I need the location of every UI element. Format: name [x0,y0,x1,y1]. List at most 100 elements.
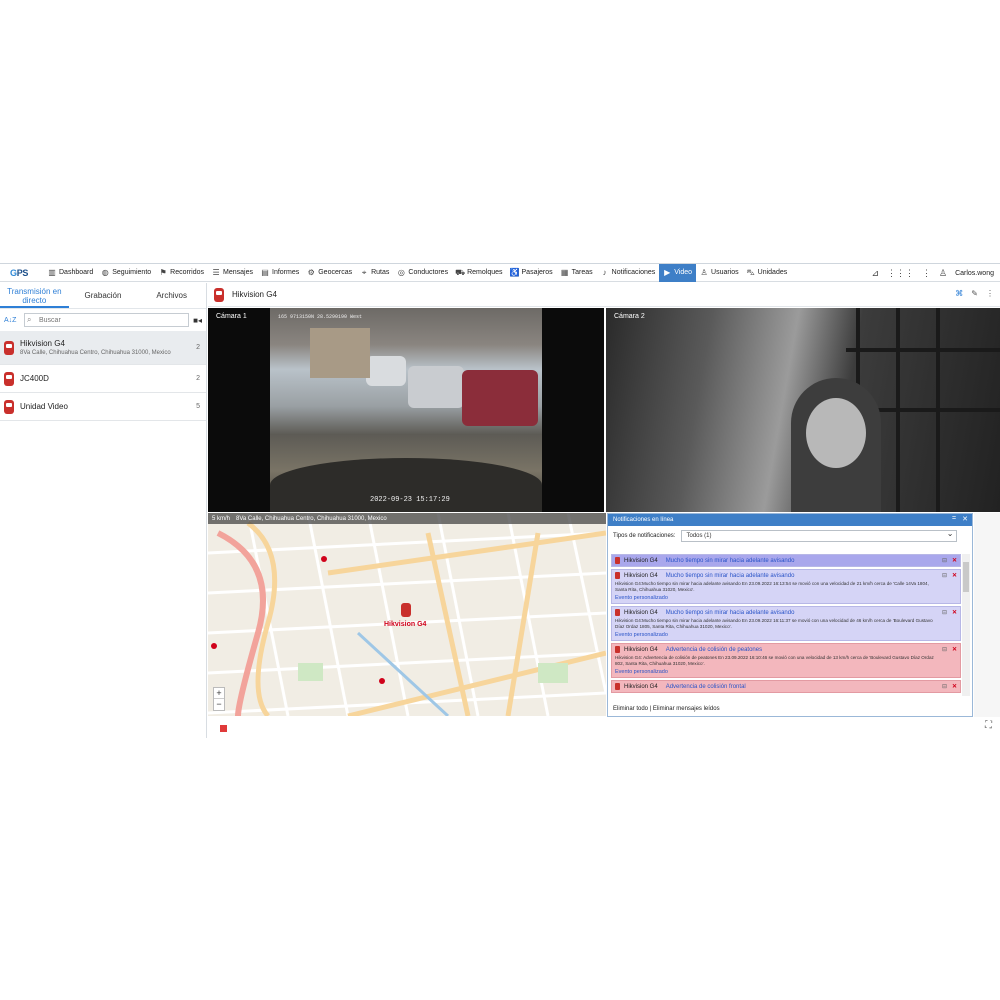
more-vertical-icon[interactable]: ⋮ [986,289,994,298]
unit-car-icon [615,646,620,653]
nav-label: Mensajes [223,269,253,276]
vehicle-marker-icon[interactable] [401,603,411,617]
unit-car-icon [615,557,620,564]
nav-item-video[interactable]: ▶ Video [659,263,697,282]
sort-az-icon[interactable]: A↓Z [4,317,20,324]
notification-item[interactable]: Hikvision G4 Mucho tiempo sin mirar hacia… [611,606,961,641]
notification-unit: Hikvision G4 [624,646,658,653]
nav-item-seguimiento[interactable]: ◍ Seguimiento [97,264,155,282]
notification-title: Mucho tiempo sin mirar hacia adelante av… [665,557,795,564]
ruler-icon[interactable]: ⊿ [871,268,879,279]
left-tabs: Transmisión en directo Grabación Archivo… [0,283,206,309]
conductores-icon: ◎ [397,268,405,277]
video-boxes [310,328,370,378]
map-view[interactable]: 5 km/h 8Va Calle, Chihuahua Centro, Chih… [208,513,606,716]
unit-car-icon [4,399,14,414]
nav-item-informes[interactable]: ▤ Informes [257,264,303,282]
tab-recording[interactable]: Grabación [69,283,138,308]
user-name[interactable]: Carlos.wong [955,270,994,277]
nav-item-remolques[interactable]: ⛟ Remolques [452,264,506,282]
wrench-icon[interactable]: ✎ [971,289,978,298]
notification-event: Evento personalizado [615,595,668,601]
mark-read-icon[interactable]: ⊟ [942,683,947,690]
nav-item-dashboard[interactable]: ▥ Dashboard [44,264,97,282]
nav-item-recorridos[interactable]: ⚑ Recorridos [155,264,208,282]
bottom-bar: ⛶ [208,717,1000,738]
notification-title: Mucho tiempo sin mirar hacia adelante av… [665,572,795,579]
nav-label: Informes [272,269,300,276]
unit-camera-count: 5 [196,403,200,410]
nav-item-rutas[interactable]: ⌖ Rutas [356,264,393,282]
nav-item-usuarios[interactable]: ♙ Usuarios [696,264,743,282]
unit-car-icon [615,609,620,616]
nav-label: Usuarios [711,269,739,276]
nav-item-tareas[interactable]: ▦ Tareas [557,264,597,282]
apps-grid-icon[interactable]: ⋮⋮⋮ [887,268,914,279]
mark-read-icon[interactable]: ⊟ [942,646,947,653]
search-row: A↓Z ⌕ ■◂ [0,309,206,331]
nav-label: Tareas [571,269,593,276]
usuarios-icon: ♙ [700,268,708,277]
video-car [462,370,538,426]
nav-right: ⊿ ⋮⋮⋮ ⋮ ♙ Carlos.wong [871,264,994,282]
unit-row-jc400d[interactable]: JC400D 2 [0,365,206,393]
search-wrap: ⌕ [24,313,190,327]
delete-icon[interactable]: ✕ [952,572,957,579]
mark-read-icon[interactable]: ⊟ [942,557,947,564]
tab-live-stream[interactable]: Transmisión en directo [0,283,69,308]
nav-label: Pasajeros [521,269,553,276]
notifications-footer[interactable]: Eliminar todo | Eliminar mensajes leídos [613,706,720,712]
nav-item-conductores[interactable]: ◎ Conductores [393,264,452,282]
notification-item[interactable]: Hikvision G4 Mucho tiempo sin mirar hacia… [611,569,961,604]
user-icon[interactable]: ♙ [939,268,947,279]
notification-item[interactable]: Hikvision G4 Advertencia de colisión de p… [611,643,961,678]
search-input[interactable] [24,313,190,327]
camera-2-video [606,308,1000,512]
delete-icon[interactable]: ✕ [952,609,957,616]
nav-item-geocercas[interactable]: ⚙ Geocercas [303,264,356,282]
unit-name: Hikvision G4 [20,339,65,348]
minimize-icon[interactable]: = [952,515,956,523]
record-button[interactable] [220,725,227,732]
nav-item-unidades[interactable]: ⛍ Unidades [743,264,792,282]
close-icon[interactable]: ✕ [962,515,968,523]
unit-car-icon [214,287,224,302]
notification-item[interactable]: Hikvision G4 Advertencia de colisión fron… [611,680,961,693]
notification-body: Hikvision G4:Mucho tiempo sin mirar haci… [615,618,933,629]
notifications-scrollbar[interactable] [962,554,970,696]
delete-icon[interactable]: ✕ [952,646,957,653]
notifications-panel: Notificaciones en línea = ✕ Tipos de not… [607,513,973,717]
unit-row-hikvision-g4[interactable]: Hikvision G4 8Va Calle, Chihuahua Centro… [0,331,206,365]
delete-icon[interactable]: ✕ [952,683,957,690]
video-car [366,356,406,386]
search-icon: ⌕ [27,315,32,324]
zoom-in-button[interactable]: + [214,688,224,699]
unit-row-unidad-video[interactable]: Unidad Video 5 [0,393,206,421]
notification-title: Mucho tiempo sin mirar hacia adelante av… [665,609,795,616]
logo[interactable]: GPS [0,264,44,282]
nav-item-mensajes[interactable]: ☰ Mensajes [208,264,257,282]
nav-item-notificaciones[interactable]: ♪ Notificaciones [597,264,660,282]
notification-unit: Hikvision G4 [624,609,658,616]
camera-icon[interactable]: ■◂ [193,316,202,325]
nav-label: Conductores [408,269,449,276]
notification-event: Evento personalizado [615,632,668,638]
video-face [806,398,866,468]
camera-2-view[interactable]: Cámara 2 [606,308,1000,512]
nav-label: Video [674,269,693,276]
mark-read-icon[interactable]: ⊟ [942,572,947,579]
camera-1-view[interactable]: Cámara 1 165 9713150N 28.5290190 West 20… [208,308,604,512]
fullscreen-icon[interactable]: ⛶ [985,720,992,731]
notification-type-select[interactable]: Todos (1) [681,529,958,542]
map-toggle-icon[interactable]: ⌘ [955,289,963,298]
tab-files[interactable]: Archivos [137,283,206,308]
nav-item-pasajeros[interactable]: ♿ Pasajeros [507,264,557,282]
notification-event: Evento personalizado [615,669,668,675]
mark-read-icon[interactable]: ⊟ [942,609,947,616]
zoom-out-button[interactable]: − [214,699,224,710]
notification-item[interactable]: Hikvision G4 Mucho tiempo sin mirar hacia… [611,554,961,567]
remolques-icon: ⛟ [455,267,466,277]
more-vertical-icon[interactable]: ⋮ [922,268,931,279]
delete-icon[interactable]: ✕ [952,557,957,564]
notifications-list: Hikvision G4 Mucho tiempo sin mirar hacia… [611,554,961,696]
